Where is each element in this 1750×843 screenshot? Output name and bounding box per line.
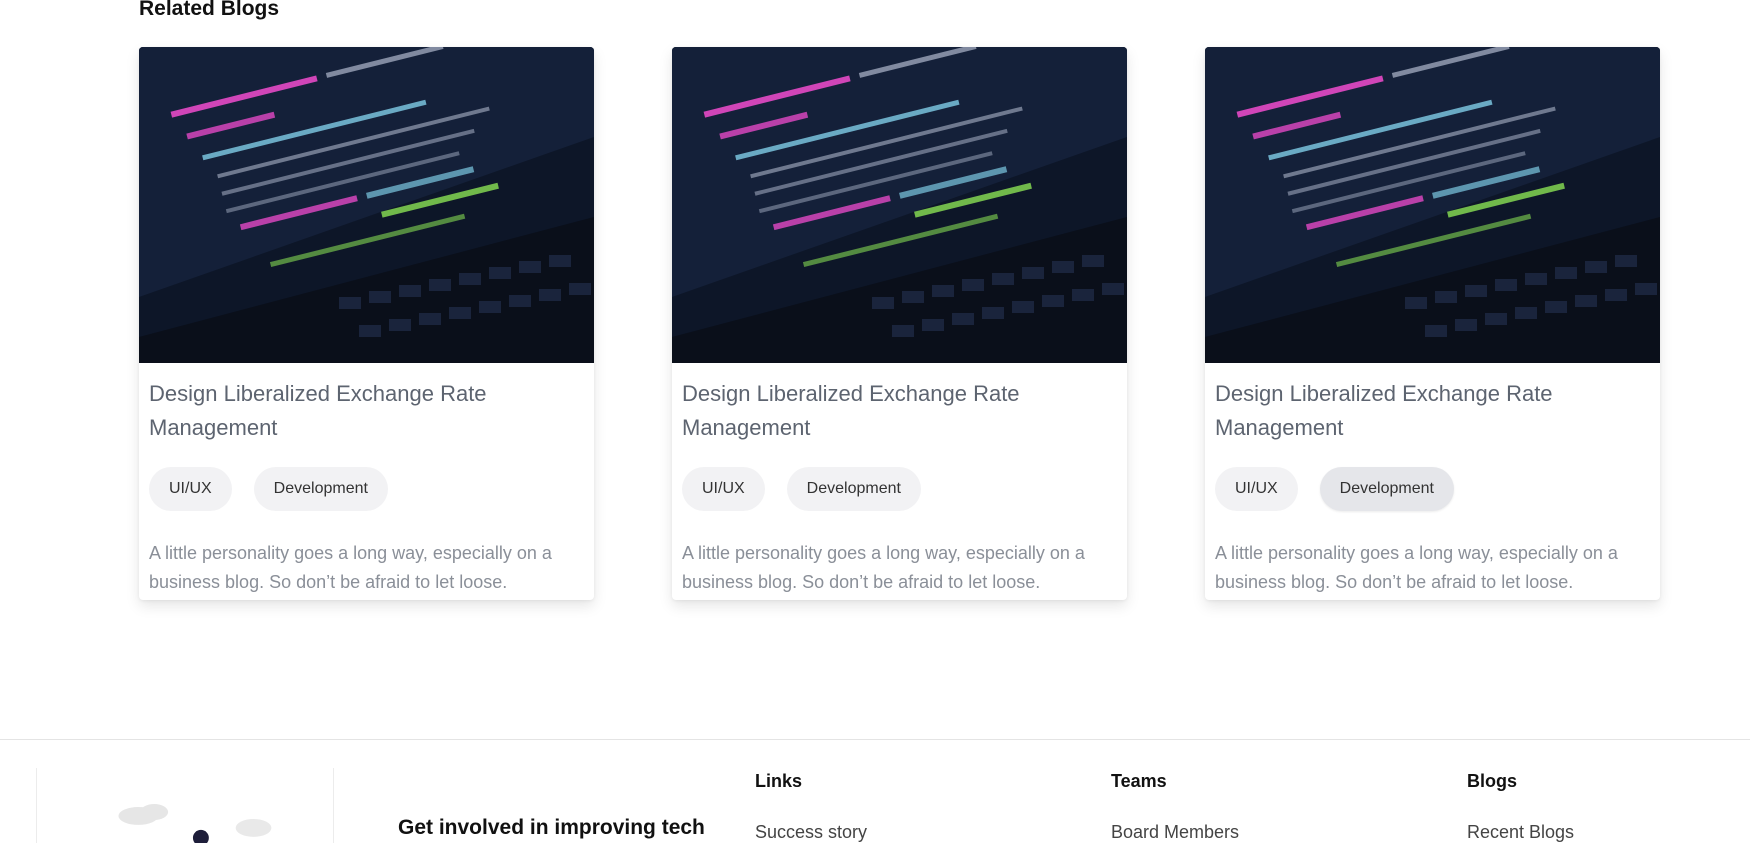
tag-development[interactable]: Development bbox=[253, 467, 388, 511]
blog-card-image[interactable] bbox=[1205, 47, 1660, 363]
tag-list: UI/UX Development bbox=[682, 467, 1117, 511]
footer-illustration bbox=[36, 768, 334, 843]
tag-list: UI/UX Development bbox=[149, 467, 584, 511]
section-title: Related Blogs bbox=[139, 0, 280, 20]
tag-development[interactable]: Development bbox=[786, 467, 921, 511]
blog-card-title[interactable]: Design Liberalized Exchange Rate Managem… bbox=[682, 377, 1117, 445]
footer-heading-links: Links bbox=[755, 771, 803, 791]
tag-list: UI/UX Development bbox=[1215, 467, 1650, 511]
blog-card-title[interactable]: Design Liberalized Exchange Rate Managem… bbox=[149, 377, 584, 445]
footer-column-teams: Teams Board Members bbox=[1111, 770, 1239, 843]
footer-link-recent-blogs[interactable]: Recent Blogs bbox=[1467, 822, 1574, 843]
blog-card-description: A little personality goes a long way, es… bbox=[1215, 543, 1618, 592]
tag-ui-ux[interactable]: UI/UX bbox=[1215, 467, 1298, 511]
blog-card-description: A little personality goes a long way, es… bbox=[149, 543, 552, 592]
blog-card-title[interactable]: Design Liberalized Exchange Rate Managem… bbox=[1215, 377, 1650, 445]
blog-card-image[interactable] bbox=[139, 47, 594, 363]
footer-column-blogs: Blogs Recent Blogs bbox=[1467, 770, 1574, 843]
blog-card[interactable]: Design Liberalized Exchange Rate Managem… bbox=[139, 47, 594, 600]
footer-column-links: Links Success story bbox=[755, 770, 867, 843]
footer-link-board-members[interactable]: Board Members bbox=[1111, 822, 1239, 843]
blog-card[interactable]: Design Liberalized Exchange Rate Managem… bbox=[672, 47, 1127, 600]
blog-card[interactable]: Design Liberalized Exchange Rate Managem… bbox=[1205, 47, 1660, 600]
tag-ui-ux[interactable]: UI/UX bbox=[682, 467, 765, 511]
footer-heading-teams: Teams bbox=[1111, 771, 1167, 791]
blog-card-description: A little personality goes a long way, es… bbox=[682, 543, 1085, 592]
page: Related Blogs Design Liberalized Exchang… bbox=[0, 0, 1750, 843]
blog-card-image[interactable] bbox=[672, 47, 1127, 363]
tag-development[interactable]: Development bbox=[1319, 467, 1454, 511]
footer-heading-blogs: Blogs bbox=[1467, 771, 1518, 791]
footer-tagline: Get involved in improving tech bbox=[398, 816, 705, 839]
footer-link-success-story[interactable]: Success story bbox=[755, 822, 867, 843]
footer: Get involved in improving tech Links Suc… bbox=[0, 739, 1750, 843]
tag-ui-ux[interactable]: UI/UX bbox=[149, 467, 232, 511]
